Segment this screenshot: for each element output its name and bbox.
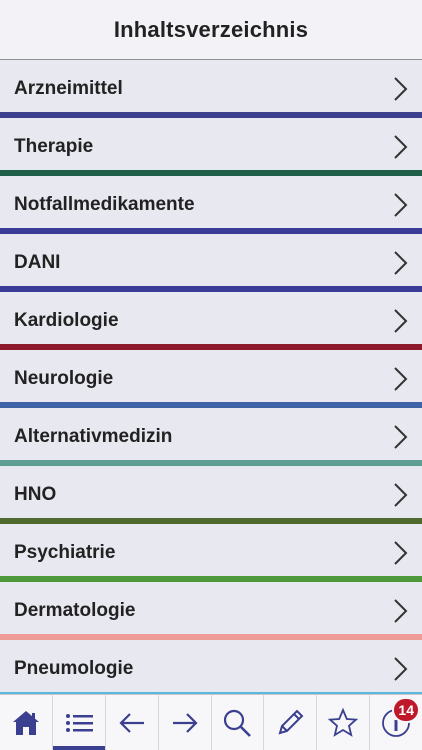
chevron-right-icon: [388, 423, 412, 451]
forward-arrow-icon: [172, 712, 198, 733]
chevron-right-icon: [388, 191, 412, 219]
tab-search[interactable]: [212, 695, 265, 750]
back-arrow-icon: [119, 712, 144, 733]
list-item-label: Neurologie: [14, 368, 114, 389]
tab-bar: 14: [0, 694, 422, 750]
chevron-right-icon: [388, 655, 412, 683]
tab-info[interactable]: 14: [370, 695, 422, 750]
list-item-label: Pneumologie: [14, 658, 134, 679]
list-item-hno[interactable]: HNO: [0, 466, 422, 524]
star-icon: [327, 707, 359, 737]
list-item-alternativmedizin[interactable]: Alternativmedizin: [0, 408, 422, 466]
chevron-right-icon: [388, 539, 412, 567]
list-item-label: Dermatologie: [14, 600, 136, 621]
list-item-label: HNO: [14, 484, 57, 505]
list-item-label: Therapie: [14, 136, 94, 157]
tab-favorites[interactable]: [317, 695, 371, 750]
chevron-right-icon: [388, 481, 412, 509]
chevron-right-icon: [388, 249, 412, 277]
list-item-label: Alternativmedizin: [14, 426, 173, 447]
chevron-right-icon: [388, 365, 412, 393]
chevron-right-icon: [388, 597, 412, 625]
list-item-psychiatrie[interactable]: Psychiatrie: [0, 524, 422, 582]
list-icon: [65, 713, 93, 732]
list-item-dermatologie[interactable]: Dermatologie: [0, 582, 422, 640]
list-item-label: Arzneimittel: [14, 78, 123, 99]
list-item-pneumologie[interactable]: Pneumologie: [0, 640, 422, 694]
tab-forward[interactable]: [159, 695, 212, 750]
list-item-label: Kardiologie: [14, 310, 119, 331]
page-title: Inhaltsverzeichnis: [113, 16, 309, 42]
table-of-contents-list[interactable]: Arzneimittel Therapie Notfallmedikamente…: [0, 60, 422, 694]
tab-back[interactable]: [106, 695, 159, 750]
list-item-label: DANI: [14, 252, 61, 273]
list-item-therapie[interactable]: Therapie: [0, 118, 422, 176]
list-item-label: Psychiatrie: [14, 542, 116, 563]
list-item-dani[interactable]: DANI: [0, 234, 422, 292]
notification-badge: 14: [392, 697, 420, 723]
list-item-neurologie[interactable]: Neurologie: [0, 350, 422, 408]
tab-notes[interactable]: [264, 695, 318, 750]
tab-home[interactable]: [0, 695, 53, 750]
pencil-icon: [278, 709, 304, 734]
list-item-arzneimittel[interactable]: Arzneimittel: [0, 60, 422, 118]
navigation-bar: Inhaltsverzeichnis: [0, 0, 422, 60]
search-icon: [224, 709, 252, 737]
chevron-right-icon: [388, 75, 412, 103]
list-item-kardiologie[interactable]: Kardiologie: [0, 292, 422, 350]
list-item-label: Notfallmedikamente: [14, 194, 195, 215]
list-item-notfallmedikamente[interactable]: Notfallmedikamente: [0, 176, 422, 234]
tab-contents[interactable]: [52, 695, 106, 750]
chevron-right-icon: [388, 133, 412, 161]
chevron-right-icon: [388, 307, 412, 335]
home-icon: [12, 710, 39, 735]
